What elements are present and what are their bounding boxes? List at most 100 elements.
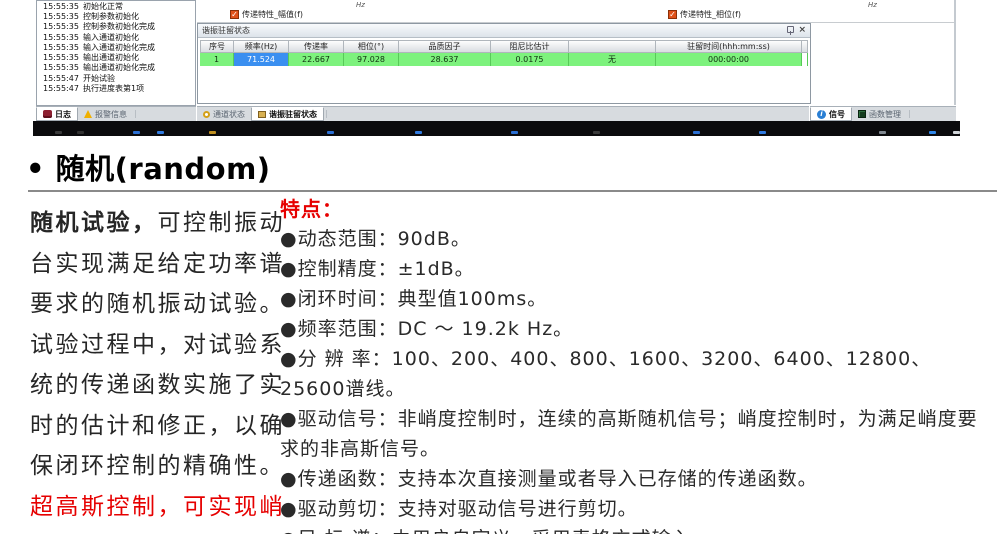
taskbar-icon xyxy=(693,131,700,134)
dwell-status-icon xyxy=(258,111,266,118)
table-cell-filler xyxy=(802,53,808,66)
tab-divider xyxy=(909,110,910,118)
intro-paragraph: 随机试验，可控制振动 台实现满足给定功率谱要求的随机振动试验。试验过程中，对试验… xyxy=(30,203,282,527)
intro-line: 要求的随机振动试验。 xyxy=(30,284,282,325)
feature-item: ●闭环时间：典型值100ms。 xyxy=(280,284,992,314)
taskbar-icon xyxy=(77,131,84,134)
tab-label: 通道状态 xyxy=(213,109,245,120)
table-header-cell[interactable]: 驻留时间(hhh:mm:ss) xyxy=(656,40,802,53)
warning-icon xyxy=(84,110,92,118)
legend-transfer-amplitude[interactable]: ✓ 传递特性_幅值(f) xyxy=(230,9,303,20)
table-cell[interactable]: 97.028 xyxy=(344,53,399,66)
close-icon[interactable]: × xyxy=(798,24,806,36)
intro-line: 保闭环控制的精确性。 xyxy=(30,446,282,487)
taskbar-icon xyxy=(759,131,766,134)
taskbar-icon xyxy=(879,131,886,134)
table-header-cell[interactable]: 频率(Hz) xyxy=(234,40,289,53)
dwell-table: 序号频率(Hz)传递率相位(°)品质因子阻尼比估计 驻留时间(hhh:mm:ss)… xyxy=(200,40,808,66)
status-tab-strip: 通道状态 谐振驻留状态 xyxy=(197,106,809,121)
pane-splitter[interactable] xyxy=(954,0,956,105)
feature-item: ●传递函数：支持本次直接测量或者导入已存储的传递函数。 xyxy=(280,464,992,494)
taskbar-icon xyxy=(55,131,62,134)
tab-divider xyxy=(135,110,136,118)
intro-text: 可控制振动 xyxy=(158,210,286,236)
table-cell[interactable]: 000:00:00 xyxy=(656,53,802,66)
table-cell[interactable]: 无 xyxy=(569,53,656,66)
log-entry: 15:55:35控制参数初始化完成 xyxy=(37,22,195,32)
log-panel[interactable]: 15:55:35初始化正常15:55:35控制参数初始化15:55:35控制参数… xyxy=(36,0,196,106)
tab-channel-status[interactable]: 通道状态 xyxy=(197,107,251,121)
table-header-cell[interactable]: 传递率 xyxy=(289,40,344,53)
page: 15:55:35初始化正常15:55:35控制参数初始化15:55:35控制参数… xyxy=(0,0,1000,534)
taskbar-icon xyxy=(511,131,518,134)
pin-icon[interactable] xyxy=(787,26,794,33)
checkbox-checked-icon[interactable]: ✓ xyxy=(230,10,239,19)
taskbar-strip xyxy=(33,121,960,136)
function-manage-icon xyxy=(858,110,866,118)
channel-status-icon xyxy=(203,111,210,118)
table-cell[interactable]: 22.667 xyxy=(289,53,344,66)
table-header-cell[interactable] xyxy=(569,40,656,53)
tab-label: 日志 xyxy=(55,109,71,120)
log-entry: 15:55:35输入通道初始化完成 xyxy=(37,42,195,52)
hz-axis-label-right: Hz xyxy=(868,1,877,9)
tab-alarm-info[interactable]: 报警信息 xyxy=(78,107,133,121)
feature-item: ●频率范围：DC ～ 19.2k Hz。 xyxy=(280,314,992,344)
taskbar-icon xyxy=(209,131,216,134)
panel-title-bar: 谐振驻留状态 × xyxy=(198,24,810,38)
tab-dwell-status[interactable]: 谐振驻留状态 xyxy=(251,107,324,121)
intro-line: 时的估计和修正，以确 xyxy=(30,406,282,447)
log-time: 15:55:35 xyxy=(43,43,83,52)
tab-label: 报警信息 xyxy=(95,109,127,120)
log-time: 15:55:35 xyxy=(43,12,83,21)
taskbar-icon xyxy=(953,131,960,134)
table-cell[interactable]: 1 xyxy=(200,53,234,66)
log-time: 15:55:35 xyxy=(43,53,83,62)
table-row[interactable]: 171.52422.66797.02828.6370.0175无000:00:0… xyxy=(200,53,808,66)
intro-line: 随机试验，可控制振动 xyxy=(30,203,282,244)
feature-item: ●驱动信号：非峭度控制时，连续的高斯随机信号；峭度控制时，为满足峭度要求的非高斯… xyxy=(280,404,992,464)
log-entry: 15:55:35控制参数初始化 xyxy=(37,11,195,21)
intro-line: 试验过程中，对试验系 xyxy=(30,325,282,366)
intro-bold-text: 随机试验， xyxy=(30,210,158,236)
signal-tab-strip: i 信号 函数管理 xyxy=(810,106,956,121)
log-text: 执行进度表第1项 xyxy=(83,83,195,94)
tab-signal[interactable]: i 信号 xyxy=(810,107,852,121)
table-cell[interactable]: 71.524 xyxy=(234,53,289,66)
table-header-cell[interactable]: 阻尼比估计 xyxy=(491,40,569,53)
taskbar-icon xyxy=(157,131,164,134)
tab-label: 信号 xyxy=(829,109,845,120)
section-title: • 随机(random) xyxy=(26,146,271,188)
table-header-cell[interactable]: 相位(°) xyxy=(344,40,399,53)
tab-label: 谐振驻留状态 xyxy=(269,109,317,120)
table-header-row: 序号频率(Hz)传递率相位(°)品质因子阻尼比估计 驻留时间(hhh:mm:ss) xyxy=(200,40,808,53)
features-list: ●动态范围：90dB。●控制精度：±1dB。●闭环时间：典型值100ms。●频率… xyxy=(280,224,992,534)
table-header-filler xyxy=(802,40,808,53)
legend-transfer-phase[interactable]: ✓ 传递特性_相位(f) xyxy=(668,9,741,20)
log-entry: 15:55:35输出通道初始化 xyxy=(37,52,195,62)
log-time: 15:55:35 xyxy=(43,33,83,42)
legend-label: 传递特性_幅值(f) xyxy=(242,9,303,20)
hz-axis-label-left: Hz xyxy=(356,1,365,9)
taskbar-icon xyxy=(593,131,600,134)
table-cell[interactable]: 0.0175 xyxy=(491,53,569,66)
info-icon: i xyxy=(817,110,826,119)
checkbox-checked-icon[interactable]: ✓ xyxy=(668,10,677,19)
log-time: 15:55:35 xyxy=(43,63,83,72)
tab-function-manage[interactable]: 函数管理 xyxy=(852,107,907,121)
title-underline xyxy=(28,190,997,192)
log-time: 15:55:47 xyxy=(43,74,83,83)
taskbar-icon xyxy=(133,131,140,134)
intro-red-text: 超高斯控制，可实现峭 xyxy=(30,487,282,528)
table-cell[interactable]: 28.637 xyxy=(399,53,491,66)
log-entry: 15:55:35输入通道初始化 xyxy=(37,32,195,42)
tab-log[interactable]: 日志 xyxy=(36,107,78,121)
tab-label: 函数管理 xyxy=(869,109,901,120)
taskbar-icon xyxy=(327,131,334,134)
table-header-cell[interactable]: 序号 xyxy=(200,40,234,53)
log-time: 15:55:35 xyxy=(43,2,83,11)
intro-lines: 台实现满足给定功率谱要求的随机振动试验。试验过程中，对试验系统的传递函数实施了实… xyxy=(30,244,282,487)
log-time: 15:55:47 xyxy=(43,84,83,93)
log-time: 15:55:35 xyxy=(43,22,83,31)
table-header-cell[interactable]: 品质因子 xyxy=(399,40,491,53)
